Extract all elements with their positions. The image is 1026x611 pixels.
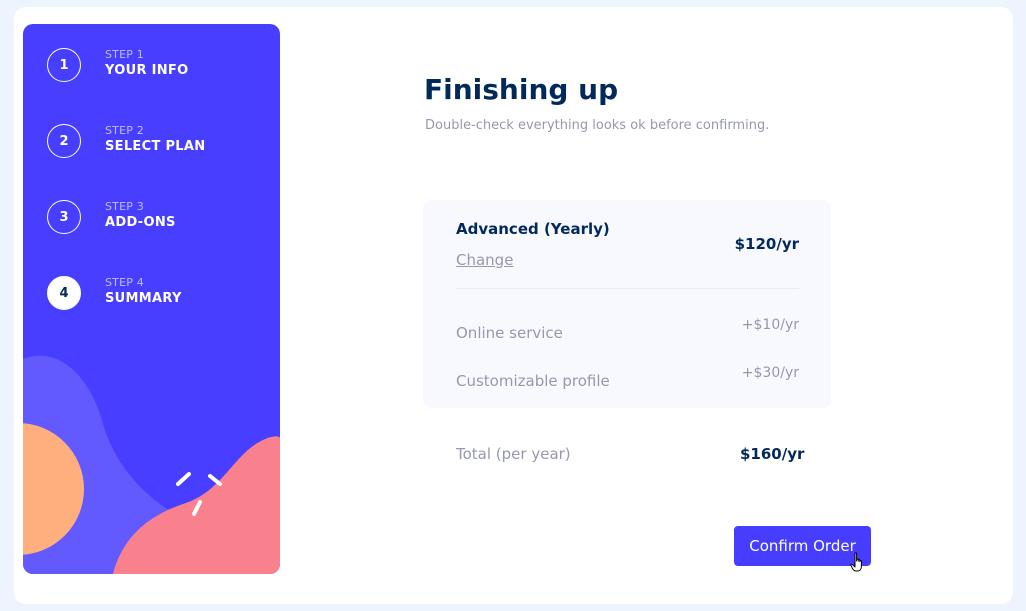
sidebar-step-select-plan[interactable]: 2 STEP 2 SELECT PLAN	[47, 124, 267, 158]
step-title: SELECT PLAN	[105, 139, 206, 154]
step-number-badge: 1	[47, 48, 81, 82]
page-title: Finishing up	[424, 73, 619, 106]
step-label: STEP 1	[105, 48, 144, 61]
addon-price: +$30/yr	[741, 365, 799, 381]
summary-divider	[456, 288, 799, 289]
plan-price: $120/yr	[734, 235, 799, 253]
step-number-badge: 3	[47, 200, 81, 234]
step-title: YOUR INFO	[105, 63, 189, 78]
step-title: SUMMARY	[105, 291, 182, 306]
sidebar-step-your-info[interactable]: 1 STEP 1 YOUR INFO	[47, 48, 267, 82]
order-summary-box: Advanced (Yearly) Change $120/yr Online …	[423, 200, 831, 408]
step-title: ADD-ONS	[105, 215, 176, 230]
step-number-badge: 2	[47, 124, 81, 158]
plan-name: Advanced (Yearly)	[456, 220, 610, 238]
change-plan-link[interactable]: Change	[456, 251, 513, 269]
step-number-badge: 4	[47, 276, 81, 310]
addon-name: Customizable profile	[456, 372, 610, 390]
addon-price: +$10/yr	[741, 317, 799, 333]
addon-name: Online service	[456, 324, 563, 342]
page-subtitle: Double-check everything looks ok before …	[425, 118, 770, 133]
total-price: $160/yr	[740, 445, 805, 463]
sparkle-line-shape	[176, 472, 191, 486]
sidebar: 1 STEP 1 YOUR INFO 2 STEP 2 SELECT PLAN …	[23, 24, 280, 574]
step-label: STEP 4	[105, 276, 144, 289]
total-label: Total (per year)	[456, 445, 571, 463]
sidebar-step-add-ons[interactable]: 3 STEP 3 ADD-ONS	[47, 200, 267, 234]
sidebar-step-summary[interactable]: 4 STEP 4 SUMMARY	[47, 276, 267, 310]
hand-pointer-icon	[850, 552, 862, 572]
step-label: STEP 2	[105, 124, 144, 137]
sparkle-line-shape	[208, 474, 222, 486]
step-label: STEP 3	[105, 200, 144, 213]
